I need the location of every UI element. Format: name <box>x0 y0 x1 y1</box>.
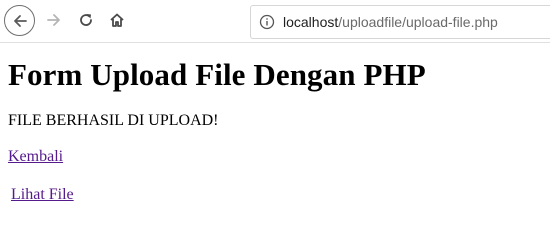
info-icon[interactable] <box>259 14 275 30</box>
back-arrow-icon <box>13 14 27 27</box>
back-link[interactable]: Kembali <box>8 147 542 167</box>
page-content: Form Upload File Dengan PHP FILE BERHASI… <box>0 57 550 205</box>
home-icon <box>110 13 124 27</box>
page-title: Form Upload File Dengan PHP <box>8 57 426 92</box>
view-file-link[interactable]: Lihat File <box>11 185 542 205</box>
url-path: /uploadfile/upload-file.php <box>338 14 498 30</box>
reload-icon <box>80 14 92 26</box>
url-host: localhost <box>283 14 339 30</box>
address-bar[interactable]: localhost/uploadfile/upload-file.php <box>250 5 550 39</box>
forward-arrow-icon <box>47 14 60 26</box>
home-button[interactable] <box>101 4 133 36</box>
browser-toolbar: localhost/uploadfile/upload-file.php <box>0 0 550 43</box>
reload-button[interactable] <box>70 4 102 36</box>
upload-success-message: FILE BERHASIL DI UPLOAD! <box>8 112 219 129</box>
back-button[interactable] <box>4 5 35 36</box>
forward-button[interactable] <box>38 4 70 36</box>
